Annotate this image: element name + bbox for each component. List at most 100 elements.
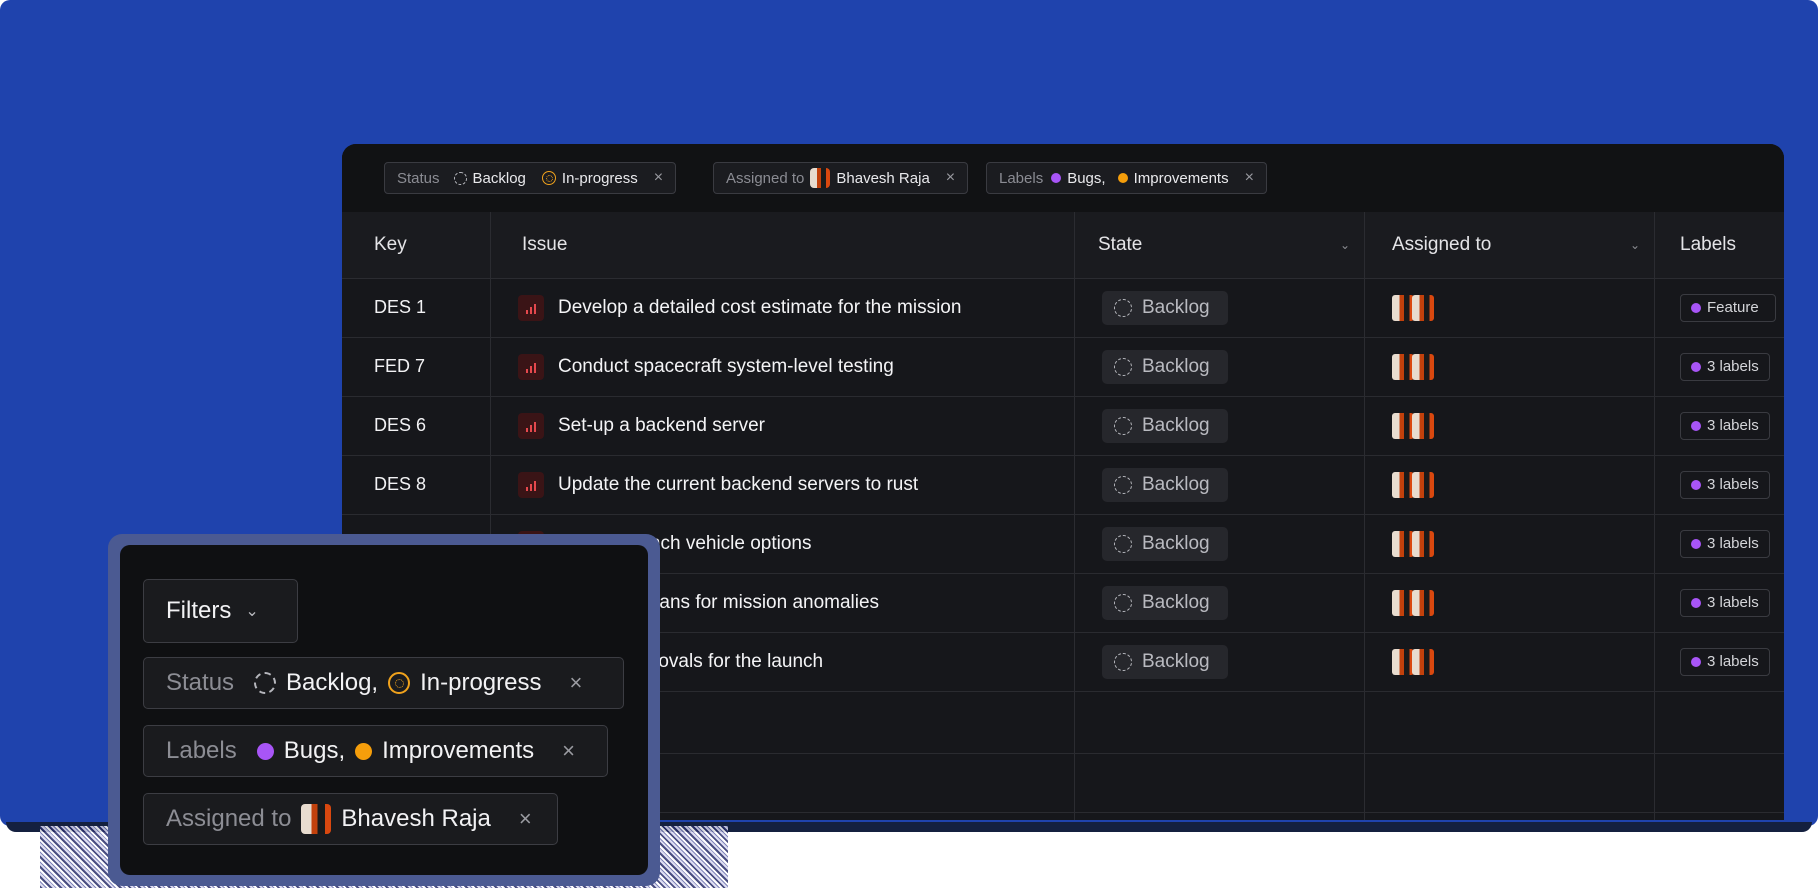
panel-status-chip[interactable]: Status Backlog, In-progress × [143,657,624,709]
issue-key: FED 7 [374,356,426,376]
column-label: Labels [1680,234,1736,255]
labels-cell[interactable]: 3 labels [1680,514,1770,573]
backlog-icon [1114,357,1132,376]
table-row[interactable]: FED 7 Conduct spacecraft system-level te… [342,337,1784,397]
column-header-labels[interactable]: Labels [1654,212,1784,278]
label-badge[interactable]: 3 labels [1680,647,1770,676]
labels-filter-label: Labels [999,169,1044,187]
issue-key: DES 1 [374,297,427,317]
label-dot-icon [1691,597,1701,608]
state-badge[interactable]: Backlog [1102,467,1228,502]
panel-labels-chip[interactable]: Labels Bugs, Improvements × [143,725,608,777]
panel-assigned-chip[interactable]: Assigned to Bhavesh Raja × [143,793,558,845]
avatar [1412,589,1434,616]
close-icon[interactable]: × [562,738,575,764]
avatar [1392,353,1414,380]
label-dot-icon [1691,479,1701,490]
labels-cell[interactable]: 3 labels [1680,455,1770,514]
bugs-dot-icon [1051,173,1062,183]
table-row[interactable]: DES 1 Develop a detailed cost estimate f… [342,278,1784,338]
column-header-issue[interactable]: Issue [490,212,1074,278]
close-icon[interactable]: × [654,169,663,187]
chevron-down-icon[interactable]: ⌄ [1630,238,1640,252]
state-badge[interactable]: Backlog [1102,349,1228,384]
filters-dropdown-button[interactable]: Filters ⌄ [143,579,298,643]
label-badge[interactable]: 3 labels [1680,588,1770,617]
labels-cell[interactable]: 3 labels [1680,337,1770,396]
table-row[interactable]: DES 8 Update the current backend servers… [342,455,1784,515]
state-cell[interactable]: Backlog [1102,573,1228,632]
avatar [1412,471,1434,498]
column-label: Key [374,234,407,255]
label-text: Feature [1707,299,1759,316]
priority-high-icon [518,353,544,380]
state-cell[interactable]: Backlog [1102,396,1228,455]
label-badge[interactable]: Feature [1680,293,1776,322]
status-filter-chip[interactable]: Status Backlog In-progress × [384,162,677,194]
assignee-cell[interactable] [1392,396,1434,455]
close-icon[interactable]: × [570,670,583,696]
label-text: 3 labels [1707,653,1759,670]
issue-title: Update the current backend servers to ru… [558,473,919,495]
state-badge[interactable]: Backlog [1102,585,1228,620]
state-label: Backlog [1142,414,1210,436]
assignee-cell[interactable] [1392,455,1434,514]
status-value-backlog: Backlog, [286,669,379,696]
issue-cell[interactable]: Set-up a backend server [518,396,765,455]
table-row[interactable]: DES 6 Set-up a backend server Backlog 3 … [342,396,1784,456]
label-badge[interactable]: 3 labels [1680,411,1770,440]
column-header-state[interactable]: State ⌄ [1074,212,1364,278]
state-cell[interactable]: Backlog [1102,514,1228,573]
labels-cell[interactable]: 3 labels [1680,632,1770,691]
label-badge[interactable]: 3 labels [1680,470,1770,499]
column-label: Issue [522,234,568,255]
backlog-icon [453,171,467,185]
label-badge[interactable]: 3 labels [1680,529,1770,558]
state-label: Backlog [1142,532,1210,554]
state-badge[interactable]: Backlog [1102,290,1228,325]
issue-cell[interactable]: Update the current backend servers to ru… [518,455,918,514]
avatar [1392,648,1414,675]
labels-cell[interactable]: Feature [1680,278,1776,337]
close-icon[interactable]: × [519,806,532,832]
label-value-bugs: Bugs, [283,737,346,764]
issue-title: Set-up a backend server [558,414,766,436]
avatar [1392,471,1414,498]
bugs-dot-icon [256,742,274,760]
labels-filter-chip[interactable]: Labels Bugs, Improvements × [986,162,1267,194]
state-badge[interactable]: Backlog [1102,644,1228,679]
labels-cell[interactable]: 3 labels [1680,573,1770,632]
column-label: State [1098,234,1143,255]
state-badge[interactable]: Backlog [1102,408,1228,443]
close-icon[interactable]: × [1245,169,1254,187]
state-label: Backlog [1142,355,1210,377]
column-header-assigned[interactable]: Assigned to ⌄ [1364,212,1654,278]
avatar [1412,530,1434,557]
avatar [1392,412,1414,439]
issue-cell[interactable]: Conduct spacecraft system-level testing [518,337,894,396]
assignee-cell[interactable] [1392,573,1434,632]
labels-cell[interactable]: 3 labels [1680,396,1770,455]
backlog-icon [1114,593,1132,612]
label-text: 3 labels [1707,594,1759,611]
state-cell[interactable]: Backlog [1102,455,1228,514]
state-cell[interactable]: Backlog [1102,278,1228,337]
assignee-cell[interactable] [1392,632,1434,691]
priority-high-icon [518,294,544,321]
assigned-filter-chip[interactable]: Assigned to Bhavesh Raja × [713,162,969,194]
backlog-icon [1114,652,1132,671]
assignee-cell[interactable] [1392,337,1434,396]
issue-key: DES 8 [374,474,427,494]
assignee-cell[interactable] [1392,278,1434,337]
state-cell[interactable]: Backlog [1102,632,1228,691]
label-badge[interactable]: 3 labels [1680,352,1770,381]
assignee-cell[interactable] [1392,514,1434,573]
status-value-backlog: Backlog [472,169,526,187]
avatar [1412,412,1434,439]
chevron-down-icon[interactable]: ⌄ [1340,238,1350,252]
column-header-key[interactable]: Key [342,212,490,278]
close-icon[interactable]: × [946,169,955,187]
state-cell[interactable]: Backlog [1102,337,1228,396]
state-badge[interactable]: Backlog [1102,526,1228,561]
issue-cell[interactable]: Develop a detailed cost estimate for the… [518,278,961,337]
